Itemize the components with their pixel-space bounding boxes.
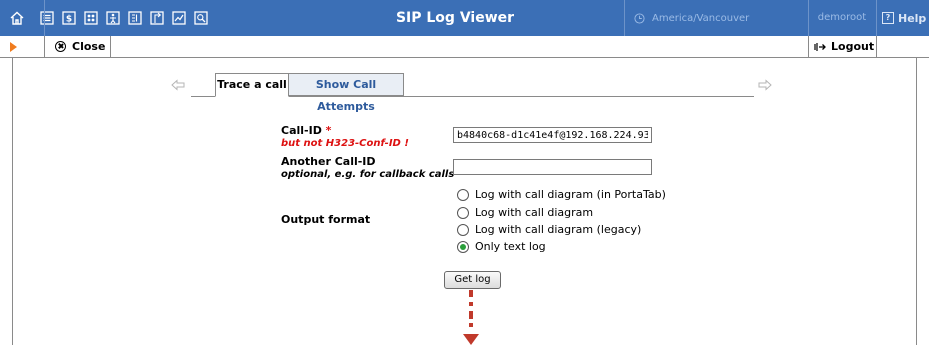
another-call-id-note: optional, e.g. for callback calls: [281, 169, 455, 180]
timezone-label: America/Vancouver: [652, 12, 750, 24]
home-icon[interactable]: [4, 7, 30, 29]
logout-label: Logout: [831, 40, 875, 53]
annotation-arrow-icon: [463, 334, 479, 345]
forward-icon[interactable]: [146, 7, 168, 29]
dollar-icon[interactable]: $: [58, 7, 80, 29]
another-call-id-input[interactable]: [453, 159, 652, 175]
help-icon: ?: [882, 12, 894, 24]
annotation-dash: [469, 311, 473, 319]
logout-icon: [814, 42, 826, 51]
radio-label: Log with call diagram (legacy): [475, 223, 642, 236]
annotation-dash: [469, 302, 473, 306]
page-title: SIP Log Viewer: [395, 10, 515, 26]
divider: [44, 36, 45, 57]
call-id-input[interactable]: [453, 127, 652, 143]
output-format-label: Output format: [281, 213, 371, 226]
directory-icon[interactable]: [124, 7, 146, 29]
divider: [808, 36, 809, 57]
annotation-dash: [469, 290, 473, 297]
tab-trace-a-call[interactable]: Trace a call: [215, 73, 289, 97]
help-label: Help: [898, 11, 927, 25]
divider: [110, 36, 111, 57]
tab-show-call-attempts[interactable]: Show Call Attempts: [288, 73, 404, 113]
call-id-label-text: Call-ID: [281, 124, 322, 137]
radio-call-diagram[interactable]: Log with call diagram: [457, 206, 593, 219]
chart-icon[interactable]: [168, 7, 190, 29]
timezone-link[interactable]: America/Vancouver: [634, 0, 749, 36]
radio-button[interactable]: [457, 188, 469, 201]
divider: [876, 36, 877, 57]
call-id-label: Call-ID *: [281, 124, 331, 137]
clock-icon: [634, 12, 645, 24]
divider: [44, 0, 45, 36]
search-icon[interactable]: [190, 7, 212, 29]
radio-only-text-log[interactable]: Only text log: [457, 240, 546, 253]
radio-label: Log with call diagram (in PortaTab): [475, 188, 666, 201]
radio-call-diagram-legacy[interactable]: Log with call diagram (legacy): [457, 223, 641, 236]
call-id-note: but not H323-Conf-ID !: [281, 138, 409, 149]
grid-icon[interactable]: [80, 7, 102, 29]
radio-button[interactable]: [457, 206, 469, 219]
radio-label: Only text log: [475, 240, 546, 253]
top-bar: $ SIP Log Viewer America/Vancouver demor…: [0, 0, 929, 36]
radio-button[interactable]: [457, 223, 469, 236]
logout-button[interactable]: Logout: [814, 36, 874, 57]
content-area: [12, 58, 917, 345]
svg-text:$: $: [66, 15, 72, 25]
person-icon[interactable]: [102, 7, 124, 29]
arrow-right-icon[interactable]: [758, 79, 772, 91]
another-call-id-label: Another Call-ID: [281, 155, 376, 168]
arrow-left-icon[interactable]: [171, 79, 185, 91]
required-mark: *: [325, 124, 332, 137]
divider: [876, 0, 877, 36]
play-icon[interactable]: [10, 42, 17, 52]
close-label: Close: [72, 40, 106, 53]
radio-label: Log with call diagram: [475, 206, 594, 219]
help-link[interactable]: ? Help: [882, 0, 926, 36]
close-icon: [55, 41, 66, 52]
list-icon[interactable]: [36, 7, 58, 29]
annotation-dash: [469, 323, 473, 327]
radio-button-checked[interactable]: [457, 240, 469, 253]
get-log-button[interactable]: Get log: [444, 271, 501, 289]
toolbar: Close Logout: [0, 36, 929, 58]
close-button[interactable]: Close: [55, 36, 105, 57]
nav-icons: $: [0, 0, 212, 36]
divider: [624, 0, 625, 36]
user-link[interactable]: demoroot: [808, 0, 876, 36]
radio-portatab[interactable]: Log with call diagram (in PortaTab): [457, 188, 666, 201]
